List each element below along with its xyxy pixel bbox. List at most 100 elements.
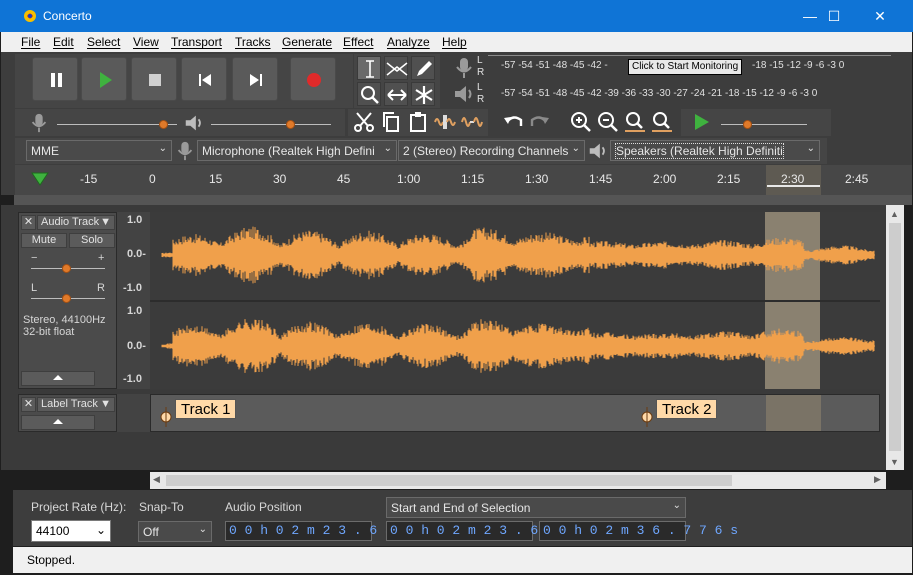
selection-mode-select[interactable]: Start and End of Selection ⌄ [386,497,686,518]
scroll-left-icon[interactable]: ◀ [153,474,160,485]
silence-icon[interactable] [460,110,484,134]
label-track-1[interactable]: Track 1 [175,399,237,419]
audio-track-menu[interactable]: Audio Track ▼ [37,215,115,230]
record-meter-mic-icon[interactable] [452,56,476,80]
tick-label: 15 [209,172,223,186]
gain-knob[interactable] [62,264,71,273]
vertical-scroll-thumb[interactable] [889,223,901,451]
envelope-tool[interactable] [384,56,408,80]
collapse-label-track-button[interactable] [21,415,95,430]
scroll-down-icon[interactable]: ▼ [890,457,899,467]
menu-generate[interactable]: Generate [282,35,332,49]
menu-analyze[interactable]: Analyze [387,35,430,49]
record-meter-bar[interactable] [488,55,891,56]
label-anchor-icon[interactable] [640,407,654,427]
trim-icon[interactable] [433,110,457,134]
stop-button[interactable] [131,57,177,101]
skip-end-icon [250,74,262,86]
skip-to-start-button[interactable] [181,57,227,101]
play-button[interactable] [81,57,127,101]
tick-label: 2:00 [653,172,677,186]
copy-icon[interactable] [379,110,403,134]
label-track-menu[interactable]: Label Track ▼ [37,397,115,412]
draw-tool[interactable] [411,56,435,80]
multi-tool[interactable] [411,82,435,106]
fit-selection-icon[interactable] [623,110,647,134]
tick-label: 2:45 [845,172,869,186]
play-head-icon[interactable] [30,169,50,189]
horizontal-scrollbar[interactable]: ◀ ▶ [150,472,886,489]
cut-icon[interactable] [352,110,376,134]
record-meter-r-label: R [477,67,485,78]
selection-tool[interactable] [357,56,381,80]
double-arrow-icon [387,89,407,101]
collapse-track-button[interactable] [21,371,95,386]
menu-select[interactable]: Select [87,35,120,49]
selection-end-control[interactable]: 0 0 h 0 2 m 3 6 . 7 7 6 s [539,521,738,541]
solo-button[interactable]: Solo [69,233,115,248]
play-at-speed-icon[interactable] [689,110,713,134]
chevron-down-icon: ⌄ [383,143,392,154]
menu-view[interactable]: View [133,35,159,49]
selection-start-control[interactable]: 0 0 h 0 2 m 2 3 . 6 5 3 s [386,521,585,541]
vertical-scrollbar[interactable]: ▲ ▼ [886,205,904,470]
monitor-tooltip[interactable]: Click to Start Monitoring [628,59,743,75]
undo-icon[interactable] [501,110,525,134]
scroll-up-icon[interactable]: ▲ [890,209,899,219]
mute-button[interactable]: Mute [21,233,67,248]
close-label-track-button[interactable]: ✕ [21,397,36,412]
play-icon [100,72,112,88]
timeline-ruler[interactable]: -15 0 15 30 45 1:00 1:15 1:30 1:45 2:00 … [1,165,912,195]
close-button[interactable]: ✕ [857,0,903,32]
pause-button[interactable] [32,57,78,101]
mixer-toolbar [15,109,345,136]
play-speed-knob[interactable] [743,120,752,129]
waveform-area[interactable] [150,212,880,389]
recording-device-select[interactable]: Microphone (Realtek High Defini ⌄ [197,140,397,161]
project-rate-select[interactable]: 44100 ⌄ [31,520,111,542]
zoom-in-icon[interactable] [569,110,593,134]
vertical-ruler[interactable] [117,212,150,389]
zoom-tool[interactable] [357,82,381,106]
menu-help[interactable]: Help [442,35,467,49]
label-anchor-icon[interactable] [159,407,173,427]
playback-volume-slider[interactable] [211,124,331,125]
menu-transport[interactable]: Transport [171,35,222,49]
menu-file[interactable]: File [21,35,40,49]
pan-knob[interactable] [62,294,71,303]
tick-label: 1:15 [461,172,485,186]
audio-position-label: Audio Position [225,500,302,514]
play-speed-slider[interactable] [721,124,807,125]
fit-project-icon[interactable] [650,110,674,134]
label-track-2[interactable]: Track 2 [656,399,718,419]
app-icon [24,10,36,22]
playback-volume-knob[interactable] [286,120,295,129]
tick-label: -15 [80,172,98,186]
time-shift-tool[interactable] [384,82,408,106]
skip-to-end-button[interactable] [232,57,278,101]
audio-host-select[interactable]: MME ⌄ [26,140,172,161]
horizontal-scroll-thumb[interactable] [166,475,732,486]
playback-meter-l-label: L [477,82,483,93]
snap-to-value: Off [143,525,159,539]
menu-edit[interactable]: Edit [53,35,74,49]
close-track-button[interactable]: ✕ [21,215,36,230]
snap-to-label: Snap-To [139,500,184,514]
redo-icon[interactable] [528,110,552,134]
label-track-area[interactable]: Track 1 Track 2 [150,394,880,432]
recording-channels-select[interactable]: 2 (Stereo) Recording Channels ⌄ [398,140,585,161]
maximize-button[interactable]: ☐ [811,0,857,32]
snap-to-select[interactable]: Off ⌄ [138,521,212,542]
record-button[interactable] [290,57,336,101]
recording-volume-knob[interactable] [159,120,168,129]
menu-tracks[interactable]: Tracks [235,35,271,49]
paste-icon[interactable] [406,110,430,134]
scroll-right-icon[interactable]: ▶ [874,474,881,485]
audio-position-control[interactable]: 0 0 h 0 2 m 2 3 . 6 5 3 s [225,521,424,541]
zoom-out-icon[interactable] [596,110,620,134]
playback-meter-speaker-icon[interactable] [452,82,476,106]
playback-meter-r-label: R [477,94,485,105]
playback-device-select[interactable]: Speakers (Realtek High Definiti ⌄ [610,140,820,161]
playback-volume-speaker-icon [185,115,201,131]
menu-effect[interactable]: Effect [343,35,373,49]
